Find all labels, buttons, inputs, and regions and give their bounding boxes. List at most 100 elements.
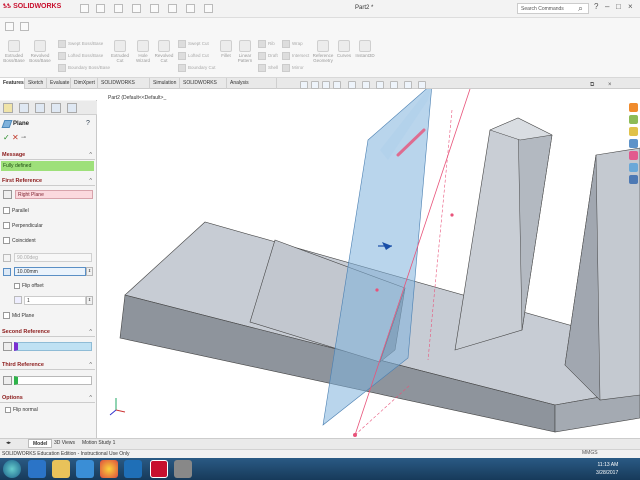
viewport-restore-icon[interactable]: ⧉ bbox=[590, 82, 594, 89]
flip-offset-checkbox[interactable]: Flip offset bbox=[14, 282, 44, 290]
feature-manager-tab-icon[interactable] bbox=[3, 103, 13, 113]
draft-button[interactable]: Draft bbox=[258, 52, 278, 60]
scroll-left-icon[interactable]: ◂▸ bbox=[2, 439, 15, 448]
feature-tree-root[interactable]: Part2 (Default<<Default>_ bbox=[108, 95, 166, 101]
open-icon[interactable] bbox=[96, 4, 105, 13]
view-palette-icon[interactable] bbox=[629, 139, 638, 148]
extruded-cut-button[interactable]: Extruded Cut bbox=[108, 40, 132, 63]
zoom-fit-icon[interactable] bbox=[300, 81, 308, 89]
tab-dimxpert[interactable]: DimXpert bbox=[71, 78, 98, 89]
angle-input[interactable]: 90.00deg bbox=[14, 253, 92, 262]
app-taskbar-icon[interactable] bbox=[174, 460, 192, 478]
instant3d-button[interactable]: Instant3D bbox=[354, 40, 376, 58]
flip-normal-checkbox[interactable]: Flip normal bbox=[5, 406, 38, 414]
mirror-button[interactable]: Mirror bbox=[282, 64, 304, 72]
angle-icon[interactable] bbox=[3, 254, 11, 262]
second-reference-field[interactable] bbox=[14, 342, 92, 351]
outlook-icon[interactable] bbox=[124, 460, 142, 478]
undo-icon[interactable] bbox=[150, 4, 159, 13]
section-view-icon[interactable] bbox=[333, 81, 341, 89]
model-view[interactable] bbox=[98, 89, 640, 438]
file-explorer-icon[interactable] bbox=[629, 127, 638, 136]
tab-mbd[interactable]: SOLIDWORKS MBD bbox=[180, 78, 227, 97]
options-gear-icon[interactable] bbox=[204, 4, 213, 13]
pushpin-icon[interactable]: ⊸ bbox=[21, 134, 26, 141]
chrome-icon[interactable] bbox=[100, 460, 118, 478]
plane-count-input[interactable]: 1 bbox=[24, 296, 86, 305]
hole-wizard-button[interactable]: Hole Wizard bbox=[132, 40, 154, 63]
tab-analysis-preparation[interactable]: Analysis Preparation bbox=[227, 78, 277, 97]
swept-cut-button[interactable]: Swept Cut bbox=[178, 40, 209, 48]
second-reference-section-header[interactable]: Second Reference ^ bbox=[0, 328, 95, 337]
store-icon[interactable] bbox=[76, 460, 94, 478]
tab-model[interactable]: Model bbox=[28, 439, 53, 448]
search-icon[interactable]: ⌕ bbox=[578, 3, 583, 14]
distance-input[interactable]: 10.00mm bbox=[14, 267, 86, 276]
command-manager-icon-2[interactable] bbox=[20, 22, 29, 31]
fillet-button[interactable]: Fillet bbox=[217, 40, 235, 58]
edit-appearance-icon[interactable] bbox=[390, 81, 398, 89]
message-section-header[interactable]: Message ^ bbox=[0, 151, 95, 160]
shell-button[interactable]: Shell bbox=[258, 64, 278, 72]
dimxpert-manager-tab-icon[interactable] bbox=[51, 103, 61, 113]
solidworks-taskbar-icon[interactable] bbox=[150, 460, 168, 478]
minimize-icon[interactable]: – bbox=[605, 2, 609, 11]
cancel-x-icon[interactable]: ✕ bbox=[12, 133, 19, 142]
distance-spinner[interactable]: ⇕ bbox=[86, 267, 93, 276]
wrap-button[interactable]: Wrap bbox=[282, 40, 303, 48]
save-icon[interactable] bbox=[114, 4, 123, 13]
third-reference-field[interactable] bbox=[14, 376, 92, 385]
help-question-icon[interactable]: ? bbox=[86, 120, 90, 127]
display-manager-tab-icon[interactable] bbox=[67, 103, 77, 113]
curves-button[interactable]: Curves bbox=[336, 40, 352, 58]
boundary-cut-button[interactable]: Boundary Cut bbox=[178, 64, 216, 72]
design-library-icon[interactable] bbox=[629, 115, 638, 124]
tab-add-ins[interactable]: SOLIDWORKS Add-Ins bbox=[98, 78, 150, 97]
tab-simulation[interactable]: Simulation bbox=[150, 78, 180, 89]
graphics-viewport[interactable] bbox=[98, 89, 640, 438]
custom-properties-icon[interactable] bbox=[629, 163, 638, 172]
boundary-boss-button[interactable]: Boundary Boss/Base bbox=[58, 64, 110, 72]
select-icon[interactable] bbox=[168, 4, 177, 13]
property-manager-tab-icon[interactable] bbox=[19, 103, 29, 113]
lofted-cut-button[interactable]: Lofted Cut bbox=[178, 52, 209, 60]
tab-features[interactable]: Features bbox=[0, 78, 25, 89]
hide-show-items-icon[interactable] bbox=[376, 81, 384, 89]
first-reference-field[interactable]: Right Plane bbox=[15, 190, 93, 199]
first-reference-section-header[interactable]: First Reference ^ bbox=[0, 177, 95, 186]
option-coincident[interactable]: Coincident bbox=[3, 237, 36, 245]
file-explorer-taskbar-icon[interactable] bbox=[52, 460, 70, 478]
zoom-area-icon[interactable] bbox=[311, 81, 319, 89]
print-icon[interactable] bbox=[132, 4, 141, 13]
intersect-button[interactable]: Intersect bbox=[282, 52, 309, 60]
resources-icon[interactable] bbox=[629, 103, 638, 112]
rebuild-icon[interactable] bbox=[186, 4, 195, 13]
appearances-icon[interactable] bbox=[629, 151, 638, 160]
distance-icon[interactable] bbox=[3, 268, 11, 276]
view-orientation-icon[interactable] bbox=[348, 81, 356, 89]
tab-motion-study[interactable]: Motion Study 1 bbox=[78, 439, 119, 448]
system-clock[interactable]: 11:13 AM 3/28/2017 bbox=[596, 461, 618, 477]
new-document-icon[interactable] bbox=[80, 4, 89, 13]
configuration-manager-tab-icon[interactable] bbox=[35, 103, 45, 113]
close-icon[interactable]: × bbox=[628, 2, 633, 11]
reference-geometry-button[interactable]: Reference Geometry bbox=[310, 40, 336, 63]
linear-pattern-button[interactable]: Linear Pattern bbox=[235, 40, 255, 63]
extruded-boss-button[interactable]: Extruded Boss/Base bbox=[2, 40, 26, 63]
help-icon[interactable]: ? bbox=[594, 2, 598, 11]
revolved-boss-button[interactable]: Revolved Boss/Base bbox=[28, 40, 52, 63]
rib-button[interactable]: Rib bbox=[258, 40, 275, 48]
previous-view-icon[interactable] bbox=[322, 81, 330, 89]
start-button-icon[interactable] bbox=[3, 460, 21, 478]
maximize-icon[interactable]: □ bbox=[616, 2, 621, 11]
ok-checkmark-icon[interactable]: ✓ bbox=[3, 133, 10, 142]
display-style-icon[interactable] bbox=[362, 81, 370, 89]
options-section-header[interactable]: Options ^ bbox=[0, 394, 95, 403]
mid-plane-option[interactable]: Mid Plane bbox=[3, 312, 34, 320]
option-parallel[interactable]: Parallel bbox=[3, 207, 29, 215]
option-perpendicular[interactable]: Perpendicular bbox=[3, 222, 43, 230]
solidworks-logo[interactable]: ƾƾ SOLIDWORKS bbox=[3, 3, 63, 15]
unit-system[interactable]: MMGS bbox=[582, 450, 598, 456]
tab-sketch[interactable]: Sketch bbox=[25, 78, 47, 89]
count-spinner[interactable]: ⇕ bbox=[86, 296, 93, 305]
